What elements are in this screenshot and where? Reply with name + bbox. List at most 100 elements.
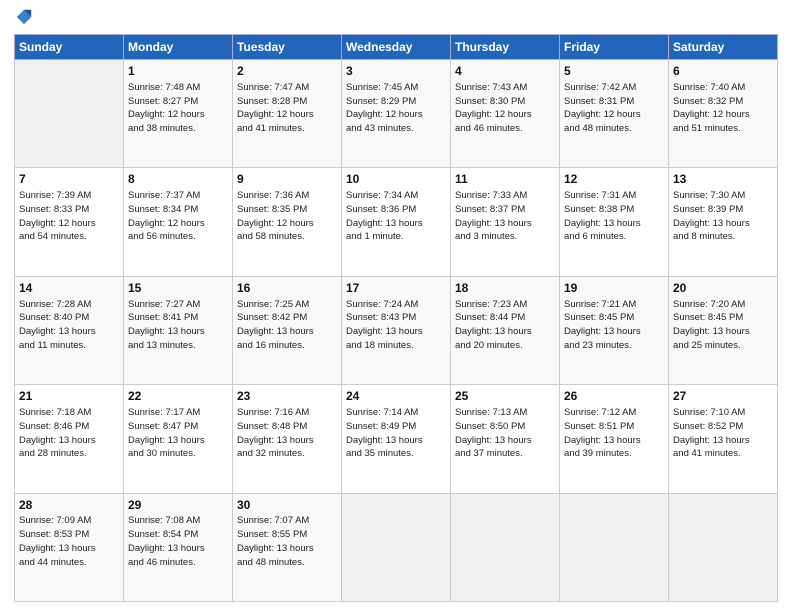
day-number: 5	[564, 63, 664, 80]
day-info: Sunrise: 7:16 AMSunset: 8:48 PMDaylight:…	[237, 406, 337, 461]
calendar-cell: 29Sunrise: 7:08 AMSunset: 8:54 PMDayligh…	[124, 493, 233, 601]
day-info: Sunrise: 7:13 AMSunset: 8:50 PMDaylight:…	[455, 406, 555, 461]
calendar-cell: 23Sunrise: 7:16 AMSunset: 8:48 PMDayligh…	[233, 385, 342, 493]
day-info: Sunrise: 7:24 AMSunset: 8:43 PMDaylight:…	[346, 298, 446, 353]
day-number: 28	[19, 497, 119, 514]
day-number: 11	[455, 171, 555, 188]
calendar-week-row: 7Sunrise: 7:39 AMSunset: 8:33 PMDaylight…	[15, 168, 778, 276]
weekday-header: Friday	[560, 35, 669, 60]
day-info: Sunrise: 7:17 AMSunset: 8:47 PMDaylight:…	[128, 406, 228, 461]
calendar-cell: 14Sunrise: 7:28 AMSunset: 8:40 PMDayligh…	[15, 276, 124, 384]
calendar-cell: 6Sunrise: 7:40 AMSunset: 8:32 PMDaylight…	[669, 60, 778, 168]
day-number: 14	[19, 280, 119, 297]
day-number: 29	[128, 497, 228, 514]
day-number: 10	[346, 171, 446, 188]
calendar-cell: 21Sunrise: 7:18 AMSunset: 8:46 PMDayligh…	[15, 385, 124, 493]
day-number: 23	[237, 388, 337, 405]
day-info: Sunrise: 7:40 AMSunset: 8:32 PMDaylight:…	[673, 81, 773, 136]
calendar-week-row: 14Sunrise: 7:28 AMSunset: 8:40 PMDayligh…	[15, 276, 778, 384]
day-number: 15	[128, 280, 228, 297]
day-info: Sunrise: 7:27 AMSunset: 8:41 PMDaylight:…	[128, 298, 228, 353]
day-info: Sunrise: 7:43 AMSunset: 8:30 PMDaylight:…	[455, 81, 555, 136]
day-number: 16	[237, 280, 337, 297]
day-number: 21	[19, 388, 119, 405]
day-info: Sunrise: 7:07 AMSunset: 8:55 PMDaylight:…	[237, 514, 337, 569]
day-number: 8	[128, 171, 228, 188]
calendar-cell: 18Sunrise: 7:23 AMSunset: 8:44 PMDayligh…	[451, 276, 560, 384]
calendar-cell: 24Sunrise: 7:14 AMSunset: 8:49 PMDayligh…	[342, 385, 451, 493]
weekday-header: Monday	[124, 35, 233, 60]
calendar-week-row: 28Sunrise: 7:09 AMSunset: 8:53 PMDayligh…	[15, 493, 778, 601]
calendar-cell: 17Sunrise: 7:24 AMSunset: 8:43 PMDayligh…	[342, 276, 451, 384]
day-number: 25	[455, 388, 555, 405]
calendar-body: 1Sunrise: 7:48 AMSunset: 8:27 PMDaylight…	[15, 60, 778, 602]
calendar-cell: 4Sunrise: 7:43 AMSunset: 8:30 PMDaylight…	[451, 60, 560, 168]
calendar-week-row: 21Sunrise: 7:18 AMSunset: 8:46 PMDayligh…	[15, 385, 778, 493]
day-info: Sunrise: 7:08 AMSunset: 8:54 PMDaylight:…	[128, 514, 228, 569]
day-number: 22	[128, 388, 228, 405]
day-number: 19	[564, 280, 664, 297]
calendar-cell: 5Sunrise: 7:42 AMSunset: 8:31 PMDaylight…	[560, 60, 669, 168]
day-info: Sunrise: 7:20 AMSunset: 8:45 PMDaylight:…	[673, 298, 773, 353]
day-info: Sunrise: 7:09 AMSunset: 8:53 PMDaylight:…	[19, 514, 119, 569]
day-number: 24	[346, 388, 446, 405]
day-number: 6	[673, 63, 773, 80]
calendar-cell: 1Sunrise: 7:48 AMSunset: 8:27 PMDaylight…	[124, 60, 233, 168]
weekday-header: Tuesday	[233, 35, 342, 60]
day-info: Sunrise: 7:45 AMSunset: 8:29 PMDaylight:…	[346, 81, 446, 136]
day-info: Sunrise: 7:21 AMSunset: 8:45 PMDaylight:…	[564, 298, 664, 353]
calendar-cell: 3Sunrise: 7:45 AMSunset: 8:29 PMDaylight…	[342, 60, 451, 168]
calendar-cell: 22Sunrise: 7:17 AMSunset: 8:47 PMDayligh…	[124, 385, 233, 493]
calendar-cell	[669, 493, 778, 601]
calendar-cell: 12Sunrise: 7:31 AMSunset: 8:38 PMDayligh…	[560, 168, 669, 276]
calendar-cell: 27Sunrise: 7:10 AMSunset: 8:52 PMDayligh…	[669, 385, 778, 493]
weekday-header: Thursday	[451, 35, 560, 60]
calendar-cell: 16Sunrise: 7:25 AMSunset: 8:42 PMDayligh…	[233, 276, 342, 384]
day-number: 1	[128, 63, 228, 80]
calendar-cell: 13Sunrise: 7:30 AMSunset: 8:39 PMDayligh…	[669, 168, 778, 276]
calendar-cell: 20Sunrise: 7:20 AMSunset: 8:45 PMDayligh…	[669, 276, 778, 384]
day-number: 2	[237, 63, 337, 80]
day-info: Sunrise: 7:47 AMSunset: 8:28 PMDaylight:…	[237, 81, 337, 136]
day-number: 7	[19, 171, 119, 188]
day-info: Sunrise: 7:48 AMSunset: 8:27 PMDaylight:…	[128, 81, 228, 136]
day-info: Sunrise: 7:10 AMSunset: 8:52 PMDaylight:…	[673, 406, 773, 461]
calendar-cell: 19Sunrise: 7:21 AMSunset: 8:45 PMDayligh…	[560, 276, 669, 384]
day-info: Sunrise: 7:36 AMSunset: 8:35 PMDaylight:…	[237, 189, 337, 244]
calendar-cell	[15, 60, 124, 168]
day-info: Sunrise: 7:14 AMSunset: 8:49 PMDaylight:…	[346, 406, 446, 461]
day-number: 17	[346, 280, 446, 297]
weekday-header: Wednesday	[342, 35, 451, 60]
logo	[14, 10, 33, 26]
calendar-cell	[342, 493, 451, 601]
day-info: Sunrise: 7:23 AMSunset: 8:44 PMDaylight:…	[455, 298, 555, 353]
calendar-header: SundayMondayTuesdayWednesdayThursdayFrid…	[15, 35, 778, 60]
calendar-table: SundayMondayTuesdayWednesdayThursdayFrid…	[14, 34, 778, 602]
day-info: Sunrise: 7:25 AMSunset: 8:42 PMDaylight:…	[237, 298, 337, 353]
calendar-cell: 11Sunrise: 7:33 AMSunset: 8:37 PMDayligh…	[451, 168, 560, 276]
calendar-cell: 28Sunrise: 7:09 AMSunset: 8:53 PMDayligh…	[15, 493, 124, 601]
calendar-week-row: 1Sunrise: 7:48 AMSunset: 8:27 PMDaylight…	[15, 60, 778, 168]
header	[14, 10, 778, 26]
day-info: Sunrise: 7:39 AMSunset: 8:33 PMDaylight:…	[19, 189, 119, 244]
day-info: Sunrise: 7:34 AMSunset: 8:36 PMDaylight:…	[346, 189, 446, 244]
day-number: 12	[564, 171, 664, 188]
day-info: Sunrise: 7:30 AMSunset: 8:39 PMDaylight:…	[673, 189, 773, 244]
day-number: 20	[673, 280, 773, 297]
calendar-cell: 8Sunrise: 7:37 AMSunset: 8:34 PMDaylight…	[124, 168, 233, 276]
day-info: Sunrise: 7:31 AMSunset: 8:38 PMDaylight:…	[564, 189, 664, 244]
day-number: 9	[237, 171, 337, 188]
day-number: 27	[673, 388, 773, 405]
day-number: 26	[564, 388, 664, 405]
day-info: Sunrise: 7:33 AMSunset: 8:37 PMDaylight:…	[455, 189, 555, 244]
day-number: 18	[455, 280, 555, 297]
page: SundayMondayTuesdayWednesdayThursdayFrid…	[0, 0, 792, 612]
calendar-cell	[560, 493, 669, 601]
day-info: Sunrise: 7:37 AMSunset: 8:34 PMDaylight:…	[128, 189, 228, 244]
calendar-cell: 9Sunrise: 7:36 AMSunset: 8:35 PMDaylight…	[233, 168, 342, 276]
day-number: 30	[237, 497, 337, 514]
calendar-cell: 2Sunrise: 7:47 AMSunset: 8:28 PMDaylight…	[233, 60, 342, 168]
weekday-header: Saturday	[669, 35, 778, 60]
day-number: 13	[673, 171, 773, 188]
day-number: 3	[346, 63, 446, 80]
